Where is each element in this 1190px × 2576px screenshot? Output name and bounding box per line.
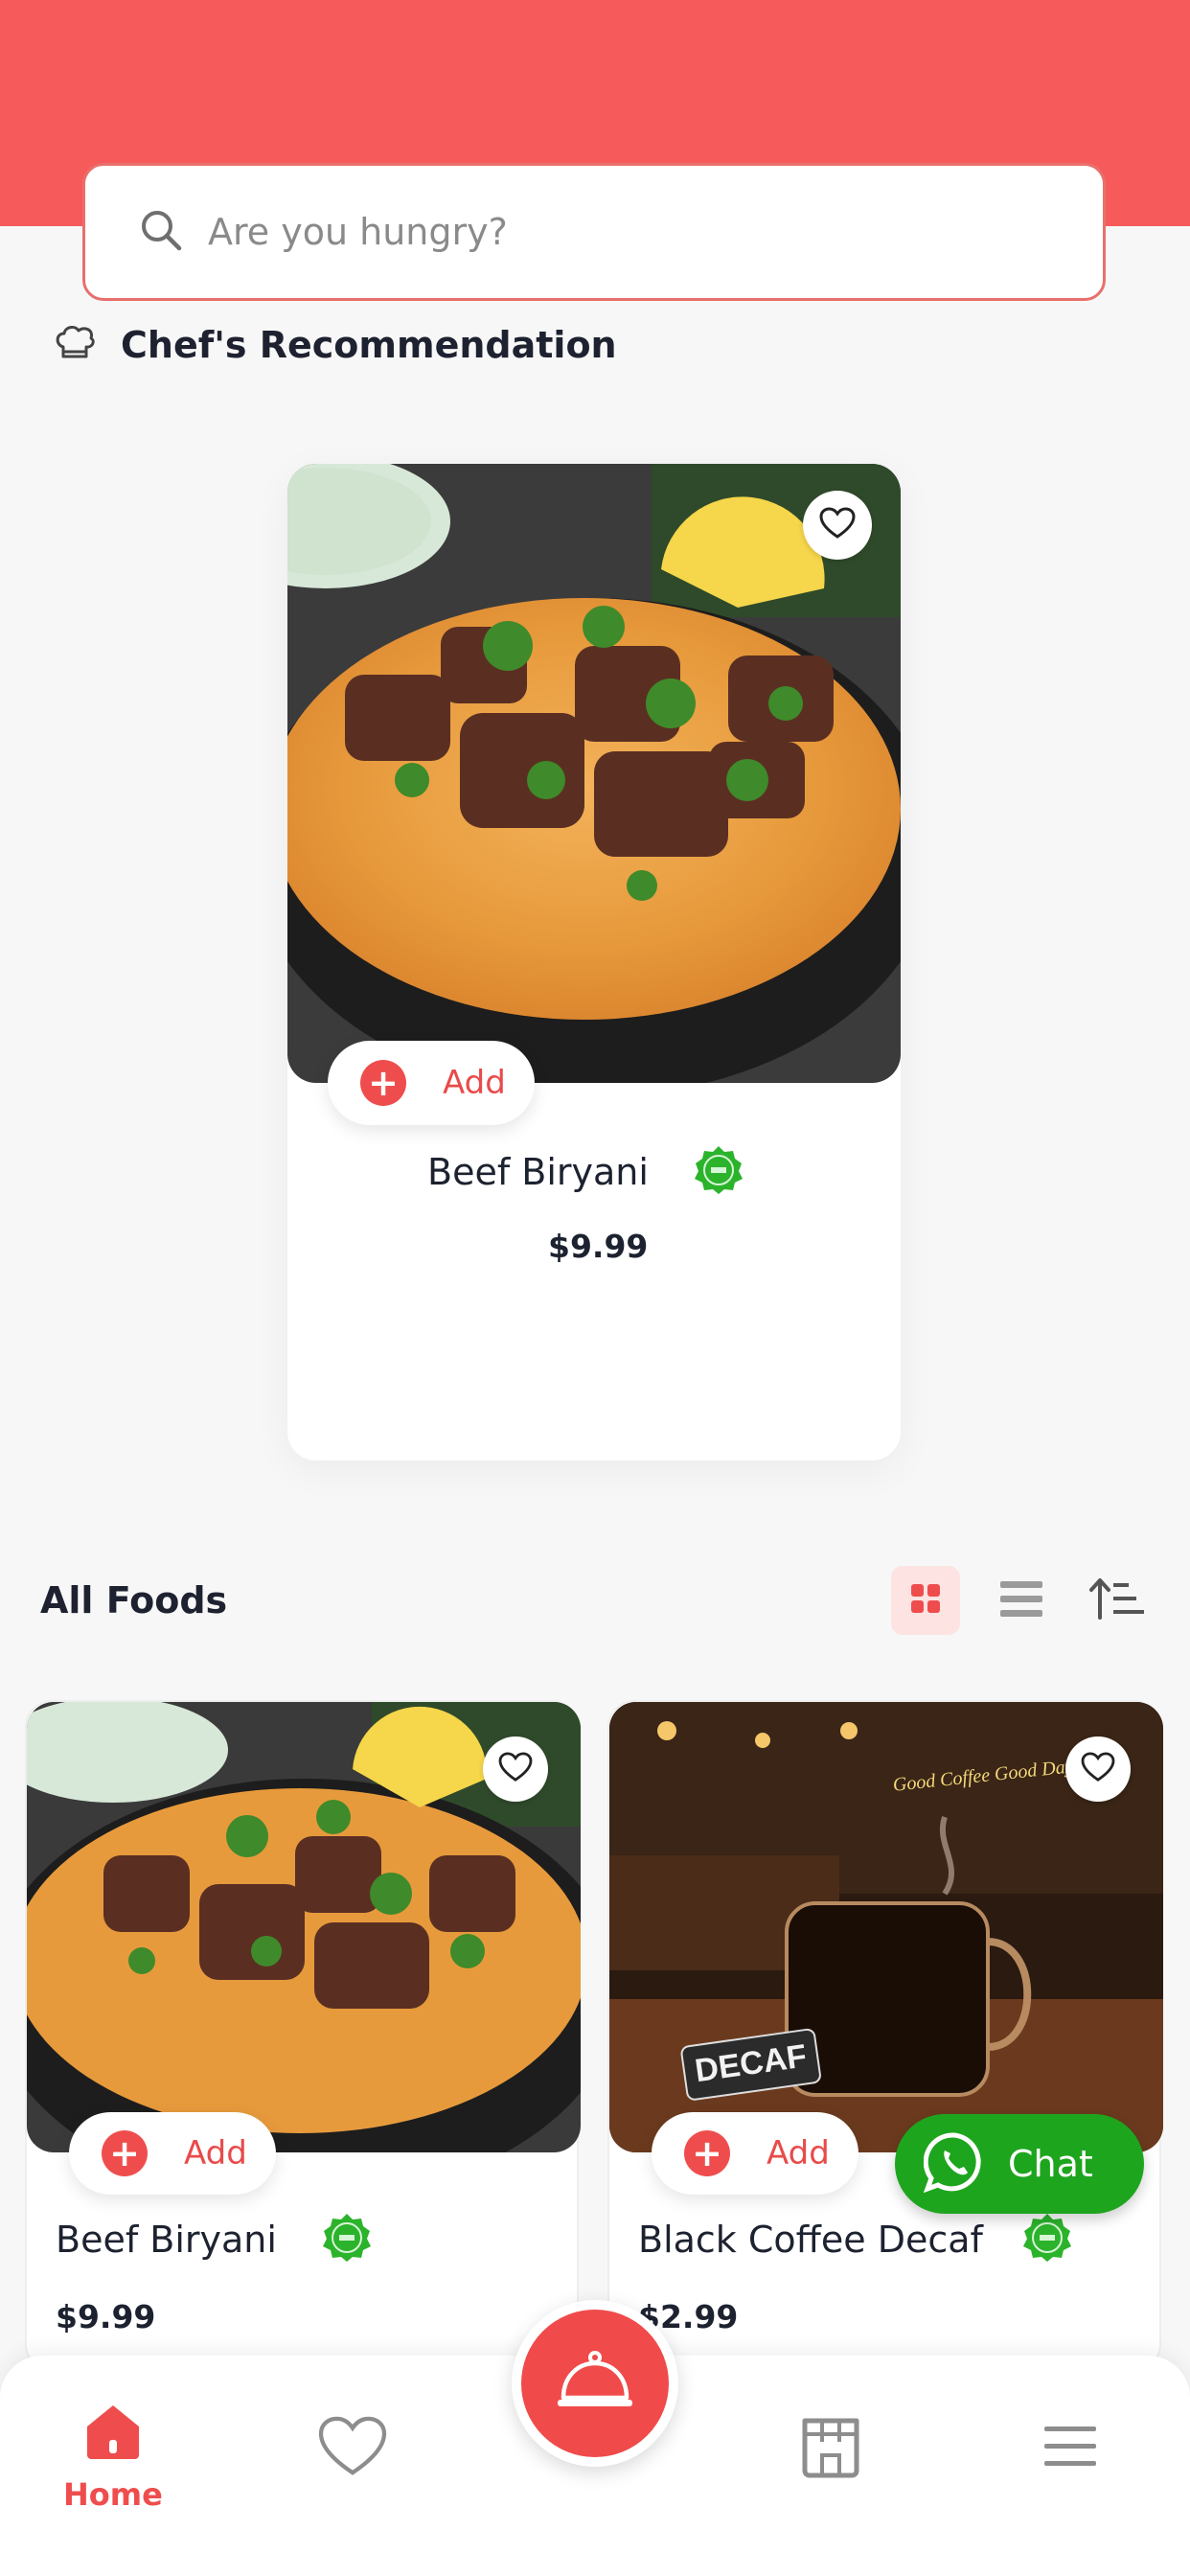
- search-bar[interactable]: [82, 163, 1106, 301]
- heart-icon: [1081, 1752, 1115, 1786]
- chefs-recommendation-header: Chef's Recommendation: [54, 324, 617, 366]
- cloche-icon: [554, 2348, 636, 2419]
- black-coffee-image: DECAF Good Coffee Good Day: [609, 1702, 1163, 2152]
- halal-badge-icon: [693, 1144, 744, 1200]
- cart-fab-button[interactable]: [512, 2300, 678, 2467]
- food-card[interactable]: DECAF Good Coffee Good Day + Add Black C…: [607, 1700, 1163, 2371]
- plus-icon: +: [684, 2130, 730, 2176]
- section-title: Chef's Recommendation: [121, 324, 617, 366]
- food-name-row: Black Coffee Decaf: [638, 2212, 1073, 2267]
- search-icon: [139, 208, 183, 256]
- nav-home-label: Home: [63, 2476, 163, 2513]
- home-icon: [83, 2402, 143, 2465]
- beef-biryani-image: [27, 1702, 581, 2152]
- chat-label: Chat: [1008, 2143, 1093, 2185]
- featured-food-card[interactable]: + Add Beef Biryani $9.99: [287, 464, 901, 1460]
- nav-store[interactable]: [799, 2413, 862, 2482]
- food-name: Beef Biryani: [427, 1151, 649, 1193]
- menu-icon: [1042, 2425, 1098, 2472]
- heart-icon: [819, 507, 856, 543]
- nav-home[interactable]: Home: [63, 2402, 163, 2513]
- nav-menu[interactable]: [1042, 2425, 1098, 2472]
- food-card[interactable]: + Add Beef Biryani $9.99: [25, 1700, 581, 2371]
- chef-hat-icon: [54, 324, 96, 366]
- all-foods-title: All Foods: [40, 1579, 228, 1622]
- grid-view-icon: [909, 1582, 942, 1619]
- store-icon: [799, 2413, 862, 2482]
- chat-button[interactable]: Chat: [895, 2114, 1144, 2214]
- beef-biryani-image: [287, 464, 901, 1083]
- heart-icon: [498, 1752, 533, 1786]
- favorite-button[interactable]: [803, 491, 872, 560]
- sort-icon: [1088, 1576, 1146, 1625]
- search-input[interactable]: [208, 211, 1022, 253]
- food-name-row: Beef Biryani: [427, 1144, 744, 1200]
- food-name-row: Beef Biryani: [56, 2212, 373, 2267]
- sort-button[interactable]: [1083, 1566, 1152, 1635]
- whatsapp-icon: [923, 2131, 985, 2196]
- halal-badge-icon: [1021, 2212, 1073, 2267]
- favorite-button[interactable]: [483, 1736, 548, 1802]
- add-to-cart-button[interactable]: + Add: [328, 1041, 535, 1125]
- add-to-cart-button[interactable]: + Add: [69, 2112, 276, 2195]
- food-price: $9.99: [548, 1228, 649, 1265]
- heart-icon: [316, 2415, 389, 2482]
- add-to-cart-button[interactable]: + Add: [652, 2112, 858, 2195]
- grid-view-button[interactable]: [891, 1566, 960, 1635]
- view-toggle-group: [891, 1566, 1152, 1635]
- list-view-icon: [998, 1577, 1044, 1623]
- food-name: Beef Biryani: [56, 2219, 277, 2261]
- plus-icon: +: [102, 2130, 148, 2176]
- list-view-button[interactable]: [987, 1566, 1056, 1635]
- food-name: Black Coffee Decaf: [638, 2219, 983, 2261]
- nav-favorites[interactable]: [316, 2415, 389, 2482]
- halal-badge-icon: [321, 2212, 373, 2267]
- plus-icon: +: [360, 1060, 406, 1106]
- favorite-button[interactable]: [1065, 1736, 1131, 1802]
- food-price: $9.99: [56, 2298, 156, 2335]
